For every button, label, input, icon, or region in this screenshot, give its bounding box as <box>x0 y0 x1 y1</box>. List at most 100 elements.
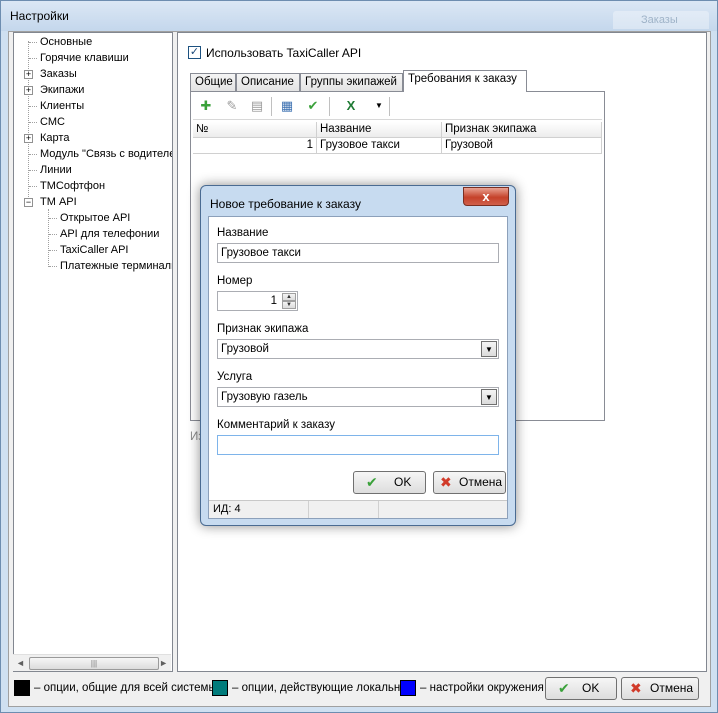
tree-connector <box>29 122 37 123</box>
tree-item-open-api[interactable]: Открытое API <box>60 210 130 226</box>
properties-icon[interactable]: ▦ <box>279 98 295 114</box>
add-record-icon[interactable]: ✚ <box>198 98 214 114</box>
cell-name[interactable]: Грузовое такси <box>317 138 442 154</box>
legend-local-text: – опции, действующие локально <box>232 682 407 694</box>
chevron-down-icon[interactable]: ▼ <box>371 98 387 114</box>
tree-connector <box>49 218 57 219</box>
excel-export-icon[interactable]: X <box>343 98 359 114</box>
tab-crew-groups[interactable]: Группы экипажей <box>300 73 403 92</box>
scroll-right-icon[interactable]: ► <box>159 658 168 668</box>
tree-horizontal-scrollbar[interactable]: ◄ ||| ► <box>13 654 171 671</box>
name-label: Название <box>217 227 269 239</box>
crew-sign-label: Признак экипажа <box>217 323 309 335</box>
service-label: Услуга <box>217 371 253 383</box>
comment-label: Комментарий к заказу <box>217 419 335 431</box>
spin-up-icon[interactable]: ▲ <box>282 293 296 301</box>
title-bar: Настройки Заказы <box>1 1 717 31</box>
tree-connector <box>29 154 37 155</box>
expand-icon[interactable]: + <box>24 134 33 143</box>
status-panel <box>309 501 379 518</box>
use-api-checkbox[interactable]: ✓ <box>188 46 201 59</box>
tree-item-orders[interactable]: Заказы <box>40 66 77 82</box>
tree-item-map[interactable]: Карта <box>40 130 69 146</box>
service-value: Грузовую газель <box>221 391 308 403</box>
tree-item-driver-link[interactable]: Модуль "Связь с водителем" <box>40 146 172 162</box>
cancel-icon: ✖ <box>440 474 452 490</box>
tree-item-lines[interactable]: Линии <box>40 162 72 178</box>
dialog-title: Новое требование к заказу <box>210 197 361 211</box>
edit-record-icon[interactable]: ✎ <box>224 98 240 114</box>
delete-record-icon[interactable]: ▤ <box>249 98 265 114</box>
legend-swatch-system <box>14 680 30 696</box>
legend-swatch-environment <box>400 680 416 696</box>
tree-connector <box>29 106 37 107</box>
dialog-close-button[interactable]: x <box>463 187 509 206</box>
chevron-down-icon[interactable]: ▼ <box>481 389 497 405</box>
tree-item-tmsoftphone[interactable]: ТМСофтфон <box>40 178 105 194</box>
legend-swatch-local <box>212 680 228 696</box>
crew-sign-select[interactable]: Грузовой ▼ <box>217 339 499 359</box>
toolbar-separator <box>389 97 390 116</box>
cell-number[interactable]: 1 <box>193 138 317 154</box>
tree-item-tm-api[interactable]: ТМ API <box>40 194 77 210</box>
scroll-thumb[interactable]: ||| <box>29 657 159 670</box>
tab-general[interactable]: Общие <box>190 73 236 92</box>
dialog-status-bar: ИД: 4 <box>209 500 507 518</box>
cancel-icon: ✖ <box>630 680 642 696</box>
ok-button[interactable]: ✔ OK <box>545 677 617 700</box>
tree-item-hotkeys[interactable]: Горячие клавиши <box>40 50 129 66</box>
status-id: ИД: 4 <box>209 501 309 518</box>
tree-connector <box>29 186 37 187</box>
tab-description[interactable]: Описание <box>236 73 300 92</box>
tree-connector <box>29 58 37 59</box>
check-icon: ✔ <box>558 680 570 696</box>
cancel-button-label: Отмена <box>650 681 694 695</box>
chevron-down-icon[interactable]: ▼ <box>481 341 497 357</box>
dialog-cancel-label: Отмена <box>459 475 503 489</box>
tree-connector <box>49 250 57 251</box>
crew-sign-value: Грузовой <box>221 343 269 355</box>
new-requirement-dialog: Новое требование к заказу x Название Гру… <box>200 185 516 526</box>
name-field[interactable]: Грузовое такси <box>217 243 499 263</box>
legend-system-text: – опции, общие для всей системы <box>34 682 217 694</box>
grid-toolbar: ✚ ✎ ▤ ▦ ✔ X ▼ <box>193 94 602 120</box>
expand-icon[interactable]: + <box>24 70 33 79</box>
tree-item-payment-terminals[interactable]: Платежные терминалы <box>60 258 172 274</box>
comment-field[interactable] <box>217 435 499 455</box>
column-header-crew-sign[interactable]: Признак экипажа <box>442 122 602 138</box>
toolbar-separator <box>329 97 330 116</box>
cell-crew-sign[interactable]: Грузовой <box>442 138 602 154</box>
status-panel <box>379 501 507 518</box>
apply-check-icon[interactable]: ✔ <box>305 98 321 114</box>
number-value: 1 <box>270 295 277 307</box>
expand-icon[interactable]: + <box>24 86 33 95</box>
ok-button-label: OK <box>582 681 600 695</box>
number-label: Номер <box>217 275 253 287</box>
dialog-ok-label: OK <box>394 475 412 489</box>
tab-order-requirements[interactable]: Требования к заказу <box>403 70 527 92</box>
tree-item-telephony-api[interactable]: API для телефонии <box>60 226 159 242</box>
service-select[interactable]: Грузовую газель ▼ <box>217 387 499 407</box>
tree-item-crews[interactable]: Экипажи <box>40 82 84 98</box>
dialog-cancel-button[interactable]: ✖ Отмена <box>433 471 506 494</box>
tree-connector <box>29 170 37 171</box>
tree-connector <box>29 42 37 43</box>
legend-environment-text: – настройки окружения <box>420 682 544 694</box>
collapse-icon[interactable]: − <box>24 198 33 207</box>
column-header-number[interactable]: № <box>193 122 317 138</box>
tree-item-taxicaller-api[interactable]: TaxiCaller API <box>60 242 128 258</box>
scroll-left-icon[interactable]: ◄ <box>16 658 25 668</box>
check-icon: ✔ <box>366 474 378 490</box>
spin-down-icon[interactable]: ▼ <box>282 301 296 309</box>
number-stepper[interactable]: 1 ▲ ▼ <box>217 291 298 311</box>
toolbar-separator <box>271 97 272 116</box>
tree-item-osnovnye[interactable]: Основные <box>40 34 92 50</box>
settings-tree[interactable]: Основные Горячие клавиши + Заказы + Экип… <box>13 32 173 672</box>
tree-connector <box>49 266 57 267</box>
tree-item-clients[interactable]: Клиенты <box>40 98 84 114</box>
cancel-button[interactable]: ✖ Отмена <box>621 677 699 700</box>
tree-connector <box>49 234 57 235</box>
tree-item-sms[interactable]: СМС <box>40 114 65 130</box>
column-header-name[interactable]: Название <box>317 122 442 138</box>
dialog-ok-button[interactable]: ✔ OK <box>353 471 426 494</box>
